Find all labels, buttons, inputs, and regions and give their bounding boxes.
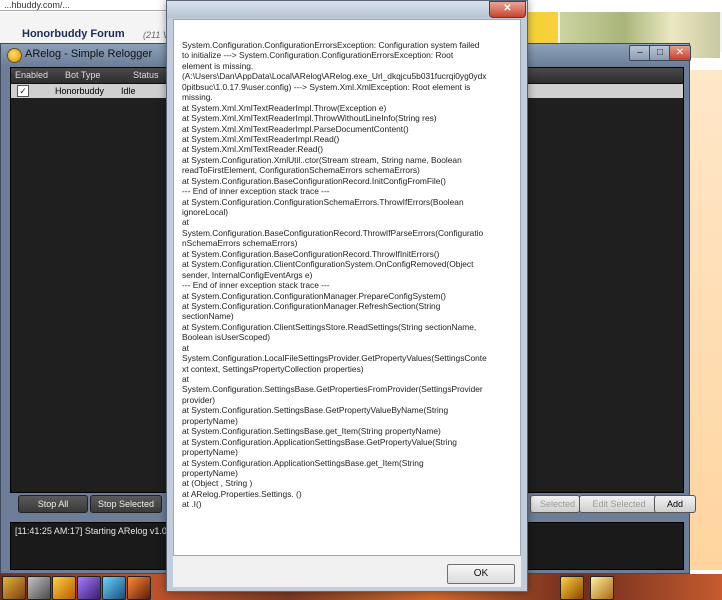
app-icon (7, 48, 22, 63)
exception-line: at System.Xml.XmlTextReader.Read() (182, 144, 324, 155)
exception-line: at System.Xml.XmlTextReaderImpl.ParseDoc… (182, 123, 409, 134)
column-header-status[interactable]: Status (133, 70, 159, 80)
exception-line: at (Object , String ) (182, 478, 253, 489)
exception-line: at System.Configuration.ConfigurationMan… (182, 290, 446, 301)
exception-line: at System.Xml.XmlTextReaderImpl.ThrowWit… (182, 113, 437, 124)
column-header-enabled[interactable]: Enabled (15, 70, 48, 80)
exception-line: at System.Configuration.SettingsBase.Get… (182, 405, 449, 416)
exception-line: System.Configuration.BaseConfigurationRe… (182, 227, 484, 238)
exception-line: sectionName) (182, 311, 234, 322)
exception-line: at .I() (182, 499, 202, 510)
exception-line: System.Configuration.ConfigurationErrors… (182, 40, 480, 50)
exception-line: at ARelog.Properties.Settings. () (182, 488, 302, 499)
exception-line: nSchemaErrors schemaErrors) (182, 238, 298, 249)
action-icon[interactable] (77, 576, 101, 600)
cell-bot-type: Honorbuddy (55, 86, 105, 96)
action-icon[interactable] (52, 576, 76, 600)
forum-title[interactable]: Honorbuddy Forum (22, 28, 125, 40)
exception-line: at (182, 342, 189, 353)
action-icon[interactable] (2, 576, 26, 600)
exception-line: --- End of inner exception stack trace -… (182, 280, 330, 291)
exception-line: Boolean isUserScoped) (182, 332, 270, 343)
exception-line: propertyName) (182, 467, 238, 478)
error-dialog: ✕ System.Configuration.ConfigurationErro… (166, 0, 528, 592)
stop-all-button[interactable]: Stop All (18, 495, 88, 513)
exception-line: sender, InternalConfigEventArgs e) (182, 269, 313, 280)
dialog-titlebar[interactable]: ✕ (167, 1, 527, 18)
exception-line: propertyName) (182, 415, 238, 426)
exception-line: element is missing. (182, 60, 254, 71)
exception-line: at System.Configuration.ConfigurationSch… (182, 196, 464, 207)
exception-line: at System.Configuration.ConfigurationMan… (182, 300, 441, 311)
exception-line: at System.Xml.XmlTextReaderImpl.Throw(Ex… (182, 102, 387, 113)
exception-line: at System.Configuration.ClientConfigurat… (182, 259, 474, 270)
exception-text: System.Configuration.ConfigurationErrors… (182, 40, 504, 510)
exception-line: readToFirstElement, ConfigurationSchemaE… (182, 165, 420, 176)
exception-line: (A:\Users\Dan\AppData\Local\ARelog\ARelo… (182, 71, 487, 82)
exception-line: provider) (182, 394, 216, 405)
exception-line: at System.Configuration.ApplicationSetti… (182, 457, 424, 468)
exception-line: at System.Configuration.SettingsBase.get… (182, 426, 441, 437)
selected-button[interactable]: Selected (530, 495, 580, 513)
exception-line: at System.Xml.XmlTextReaderImpl.Read() (182, 133, 340, 144)
exception-line: at System.Configuration.BaseConfiguratio… (182, 248, 440, 259)
enabled-checkbox[interactable]: ✓ (17, 85, 29, 97)
exception-line: at System.Configuration.ApplicationSetti… (182, 436, 457, 447)
log-line: [11:41:25 AM:17] Starting ARelog v1.0... (15, 526, 175, 536)
add-button[interactable]: Add (654, 495, 696, 513)
exception-line: --- End of inner exception stack trace -… (182, 186, 330, 197)
dialog-close-button[interactable]: ✕ (489, 1, 526, 18)
exception-line: to initialize ---> System.Configuration.… (182, 50, 454, 61)
exception-line: at System.Configuration.BaseConfiguratio… (182, 175, 446, 186)
exception-line: ignoreLocal) (182, 207, 229, 217)
window-title: ARelog - Simple Relogger (25, 48, 153, 60)
exception-line: propertyName) (182, 447, 238, 458)
exception-line: at (182, 374, 189, 384)
stop-selected-button[interactable]: Stop Selected (90, 495, 162, 513)
cell-status: Idle (121, 86, 136, 96)
action-icon[interactable] (27, 576, 51, 600)
exception-line: System.Configuration.LocalFileSettingsPr… (182, 353, 487, 364)
exception-line: at System.Configuration.ClientSettingsSt… (182, 321, 477, 332)
ok-button[interactable]: OK (447, 564, 515, 584)
exception-line: xt context, SettingsPropertyCollection p… (182, 363, 364, 374)
exception-line: System.Configuration.SettingsBase.GetPro… (182, 384, 483, 395)
edit-selected-button[interactable]: Edit Selected (579, 495, 659, 513)
action-icon[interactable] (102, 576, 126, 600)
column-header-bot-type[interactable]: Bot Type (65, 70, 100, 80)
exception-line: missing. (182, 92, 213, 103)
maximize-button[interactable]: □ (649, 45, 671, 61)
exception-line: at (182, 217, 189, 228)
exception-line: 0pitbsuc\1.0.17.9\user.config) ---> Syst… (182, 81, 471, 92)
close-button[interactable]: ✕ (669, 45, 691, 61)
action-icon[interactable] (590, 576, 614, 600)
dialog-message-area: System.Configuration.ConfigurationErrors… (173, 19, 521, 556)
action-icon[interactable] (127, 576, 151, 600)
action-icon[interactable] (560, 576, 584, 600)
exception-line: at System.Configuration.XmlUtil..ctor(St… (182, 154, 462, 165)
minimize-button[interactable]: – (629, 45, 651, 61)
